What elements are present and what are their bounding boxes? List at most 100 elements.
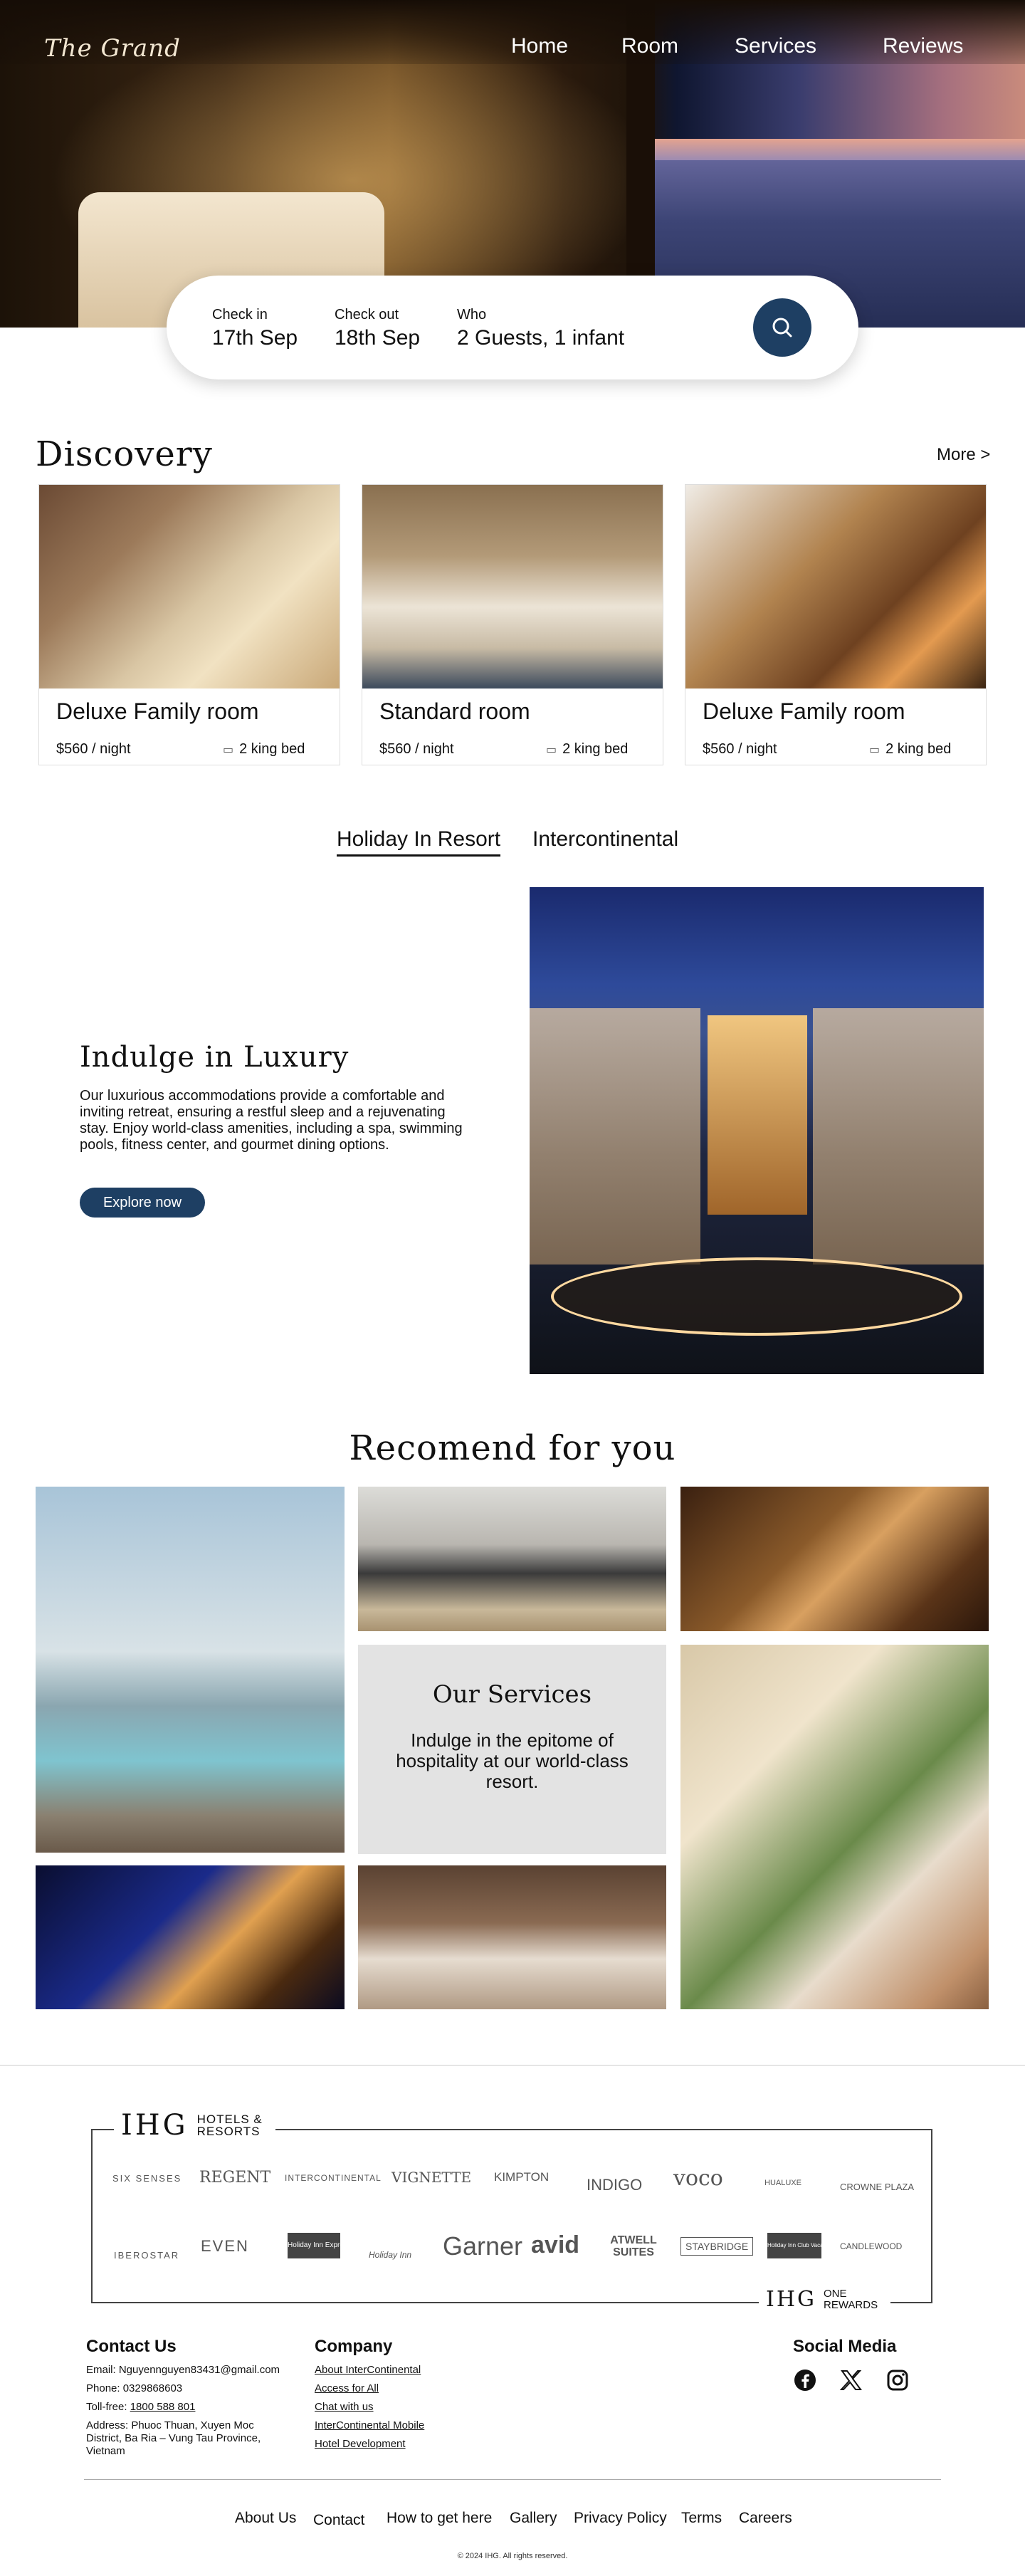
brand-logo-candlewood[interactable]: CANDLEWOOD [840, 2241, 902, 2251]
more-link[interactable]: More > [937, 445, 990, 465]
tollfree-label: Toll-free: [86, 2401, 130, 2413]
resort-wing-left [530, 1008, 700, 1265]
brand-logo-iberostar[interactable]: IBEROSTAR [114, 2250, 179, 2261]
social-title: Social Media [793, 2337, 897, 2356]
room-photo [362, 485, 663, 688]
tab-holiday-in-resort[interactable]: Holiday In Resort [337, 827, 501, 857]
room-title: Deluxe Family room [703, 698, 905, 724]
resort-pool [551, 1257, 962, 1336]
contact-address: Address: Phuoc Thuan, Xuyen Moc District… [86, 2419, 261, 2457]
brand-logo-even[interactable]: EVEN [201, 2237, 249, 2256]
spa-photo [358, 1865, 666, 2009]
brand-logo-atwell-suites[interactable]: ATWELL SUITES [604, 2234, 663, 2258]
brand-logo-holiday-inn-club[interactable]: Holiday Inn Club Vacations [767, 2233, 821, 2258]
guests-field[interactable]: Who 2 Guests, 1 infant [457, 307, 624, 350]
checkout-value: 18th Sep [335, 326, 421, 350]
checkin-value: 17th Sep [212, 326, 298, 350]
link-chat-with-us[interactable]: Chat with us [315, 2401, 374, 2414]
footer-nav-privacy-policy[interactable]: Privacy Policy [574, 2510, 667, 2527]
room-beds: 2 king bed [885, 741, 952, 757]
contact-phone: Phone: 0329868603 [86, 2382, 183, 2394]
brand-logo[interactable]: The Grand [44, 34, 181, 63]
brand-logo-hualuxe[interactable]: HUALUXE [764, 2179, 801, 2187]
company-title: Company [315, 2337, 393, 2356]
nav-reviews[interactable]: Reviews [883, 34, 963, 58]
our-services-panel: Our Services Indulge in the epitome of h… [358, 1645, 666, 1854]
room-title: Standard room [379, 698, 530, 724]
brand-logo-voco[interactable]: voco [673, 2166, 723, 2191]
link-about-intercontinental[interactable]: About InterContinental [315, 2364, 421, 2377]
copyright: © 2024 IHG. All rights reserved. [457, 2552, 568, 2560]
ihg-one-rewards-logo: IHG ONE REWARDS [759, 2287, 890, 2312]
footer-nav-contact[interactable]: Contact [313, 2512, 364, 2529]
checkin-label: Check in [212, 307, 268, 323]
tab-intercontinental[interactable]: Intercontinental [532, 827, 678, 852]
room-card[interactable]: Deluxe Family room $560 / night ▭ 2 king … [685, 484, 987, 765]
room-price: $560 / night [703, 741, 777, 757]
room-card[interactable]: Deluxe Family room $560 / night ▭ 2 king … [38, 484, 340, 765]
restaurant-photo [680, 1645, 989, 2009]
rewards-ihg-text: IHG [766, 2287, 816, 2312]
guests-value: 2 Guests, 1 infant [457, 326, 625, 350]
brand-logo-staybridge[interactable]: STAYBRIDGE [680, 2237, 754, 2256]
room-card[interactable]: Standard room $560 / night ▭ 2 king bed [362, 484, 663, 765]
footer-nav-terms[interactable]: Terms [681, 2510, 722, 2527]
tollfree-number[interactable]: 1800 588 801 [130, 2401, 196, 2413]
room-beds: 2 king bed [562, 741, 629, 757]
nav-room[interactable]: Room [621, 34, 678, 58]
booking-search-bar: Check in 17th Sep Check out 18th Sep Who… [167, 276, 858, 379]
bar-photo [36, 1865, 345, 2009]
link-access-for-all[interactable]: Access for All [315, 2382, 379, 2395]
guests-label: Who [457, 307, 487, 323]
footer-nav-about-us[interactable]: About Us [235, 2510, 296, 2527]
ihg-hotels-logo: IHG HOTELS & RESORTS [114, 2109, 275, 2142]
footer-nav-how-to-get-here[interactable]: How to get here [387, 2510, 492, 2527]
brand-logo-intercontinental[interactable]: INTERCONTINENTAL [285, 2173, 382, 2183]
checkin-field[interactable]: Check in 17th Sep [212, 307, 298, 350]
brand-logo-regent[interactable]: REGENT [199, 2169, 270, 2187]
bed-icon: ▭ [546, 743, 557, 756]
brand-logo-indigo[interactable]: INDIGO [587, 2176, 642, 2194]
room-photo [39, 485, 340, 688]
discovery-title: Discovery [36, 434, 213, 474]
ihg-brands-box [91, 2129, 932, 2303]
room-price: $560 / night [379, 741, 454, 757]
pool-photo [36, 1487, 345, 1853]
contact-email: Email: Nguyennguyen83431@gmail.com [86, 2364, 280, 2376]
facebook-icon[interactable] [793, 2368, 817, 2392]
checkout-field[interactable]: Check out 18th Sep [335, 307, 420, 350]
recommend-title: Recomend for you [349, 1428, 676, 1468]
nav-services[interactable]: Services [735, 34, 816, 58]
contact-tollfree: Toll-free: 1800 588 801 [86, 2401, 195, 2414]
brand-logo-crowne-plaza[interactable]: CROWNE PLAZA [840, 2182, 914, 2192]
services-title: Our Services [432, 1680, 592, 1709]
brand-logo-avid[interactable]: avid [531, 2231, 579, 2259]
link-hotel-development[interactable]: Hotel Development [315, 2438, 406, 2451]
link-intercontinental-mobile[interactable]: InterContinental Mobile [315, 2419, 424, 2432]
ihg-logo-text: IHG [121, 2109, 189, 2142]
instagram-icon[interactable] [885, 2368, 910, 2392]
room-photo [685, 485, 986, 688]
brand-logo-six-senses[interactable]: SIX SENSES [112, 2173, 182, 2184]
search-icon [772, 318, 792, 337]
footer-nav-gallery[interactable]: Gallery [510, 2510, 557, 2527]
gym-photo [358, 1487, 666, 1631]
brand-logo-holiday-inn-express[interactable]: Holiday Inn Express [288, 2233, 340, 2258]
nav-home[interactable]: Home [511, 34, 568, 58]
services-description: Indulge in the epitome of hospitality at… [396, 1729, 629, 1792]
footer-nav-careers[interactable]: Careers [739, 2510, 792, 2527]
room-price: $560 / night [56, 741, 131, 757]
brand-logo-garner[interactable]: Garner [443, 2231, 522, 2261]
search-button[interactable] [753, 298, 811, 357]
resort-tower [708, 1015, 807, 1215]
x-icon[interactable] [839, 2368, 863, 2392]
luxury-title: Indulge in Luxury [80, 1041, 349, 1074]
bed-icon: ▭ [869, 743, 881, 756]
resort-wing-right [813, 1008, 984, 1265]
brand-logo-kimpton[interactable]: KIMPTON [494, 2170, 549, 2184]
brand-logo-holiday-inn[interactable]: Holiday Inn [369, 2250, 411, 2260]
luxury-description: Our luxurious accommodations provide a c… [80, 1088, 463, 1153]
bed-icon: ▭ [223, 743, 234, 756]
brand-logo-vignette[interactable]: VIGNETTE [391, 2169, 471, 2186]
explore-now-button[interactable]: Explore now [80, 1188, 205, 1218]
